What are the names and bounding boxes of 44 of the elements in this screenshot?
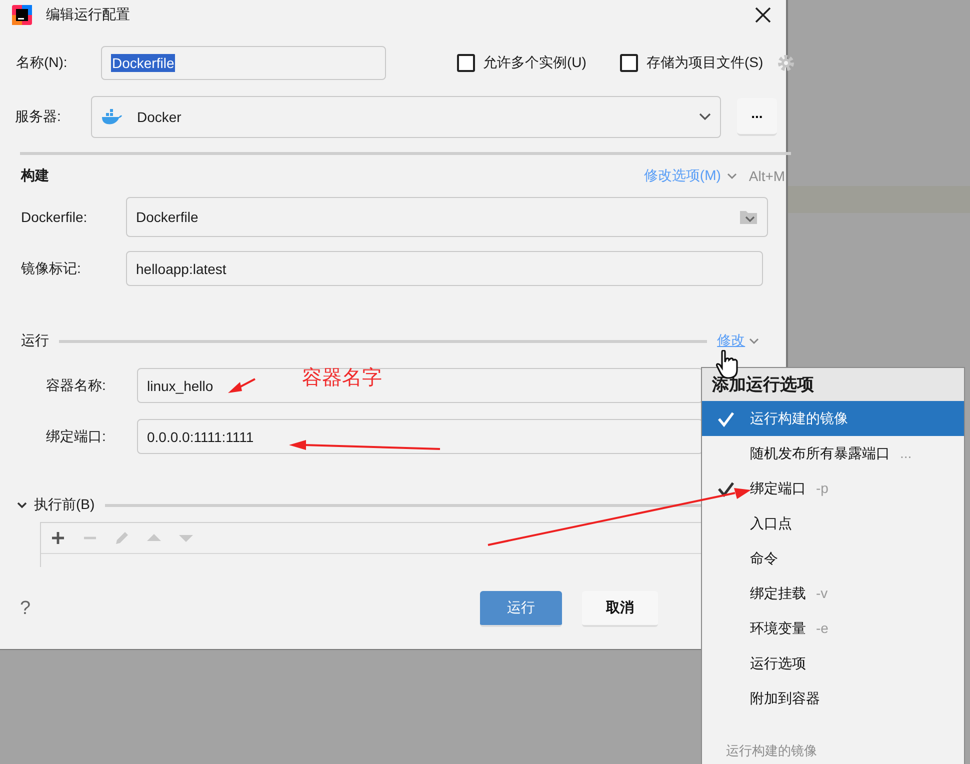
field-label: 绑定端口: bbox=[46, 428, 107, 446]
text-field[interactable]: helloapp:latest bbox=[126, 251, 763, 286]
chevron-down-icon bbox=[749, 338, 760, 344]
field-label: 镜像标记: bbox=[21, 260, 82, 278]
menu-item[interactable]: 入口点 bbox=[702, 506, 964, 541]
text-field[interactable]: 0.0.0.0:1111:1111 bbox=[137, 419, 703, 454]
whale-icon bbox=[101, 108, 123, 126]
field-label: Dockerfile: bbox=[21, 209, 88, 225]
popup-title: 添加运行选项 bbox=[702, 368, 964, 401]
popup-footer-text: 运行构建的镜像 bbox=[725, 742, 818, 760]
add-icon[interactable] bbox=[49, 529, 67, 547]
close-button[interactable] bbox=[754, 6, 772, 24]
option-checkbox[interactable]: 允许多个实例(U) bbox=[457, 54, 586, 72]
section-title: 运行 bbox=[21, 332, 49, 350]
field-label: 容器名称: bbox=[46, 376, 107, 394]
help-icon[interactable]: ? bbox=[20, 598, 460, 620]
menu-item[interactable]: 绑定挂载 -v bbox=[702, 576, 964, 611]
file-path-field[interactable]: Dockerfile bbox=[126, 197, 768, 237]
annotation-arrow bbox=[228, 378, 256, 393]
annotation-text: 容器名字 bbox=[302, 366, 382, 391]
app-logo-icon bbox=[12, 5, 32, 25]
server-dropdown[interactable]: Docker bbox=[91, 96, 721, 138]
menu-item[interactable]: 命令 bbox=[702, 541, 964, 576]
menu-item[interactable]: 附加到容器 bbox=[702, 681, 964, 716]
menu-item[interactable]: 运行构建的镜像 bbox=[702, 401, 964, 436]
option-checkbox[interactable]: 存储为项目文件(S) bbox=[620, 54, 764, 72]
window-title: 编辑运行配置 bbox=[46, 6, 131, 24]
chevron-down-icon bbox=[726, 172, 737, 180]
cancel-button[interactable]: 取消 bbox=[582, 591, 658, 627]
chevron-down-icon bbox=[699, 113, 711, 121]
menu-item[interactable]: 绑定端口 -p bbox=[702, 471, 964, 506]
settings-icon[interactable] bbox=[777, 54, 796, 72]
field-label: 服务器: bbox=[15, 108, 62, 126]
menu-item[interactable]: 环境变量 -e bbox=[702, 611, 964, 646]
menu-item[interactable]: 随机发布所有暴露端口 ... bbox=[702, 436, 964, 471]
more-button[interactable]: ... bbox=[737, 98, 777, 136]
field-label: 名称(N): bbox=[16, 54, 68, 72]
menu-item[interactable]: 运行选项 bbox=[702, 646, 964, 681]
section-title: 执行前(B) bbox=[34, 496, 95, 514]
shortcut-hint: Alt+M bbox=[748, 168, 786, 184]
run-button[interactable]: 运行 bbox=[480, 591, 562, 627]
section-title: 构建 bbox=[21, 167, 50, 185]
name-field[interactable]: Dockerfile bbox=[101, 46, 386, 80]
folder-icon[interactable] bbox=[740, 210, 758, 224]
